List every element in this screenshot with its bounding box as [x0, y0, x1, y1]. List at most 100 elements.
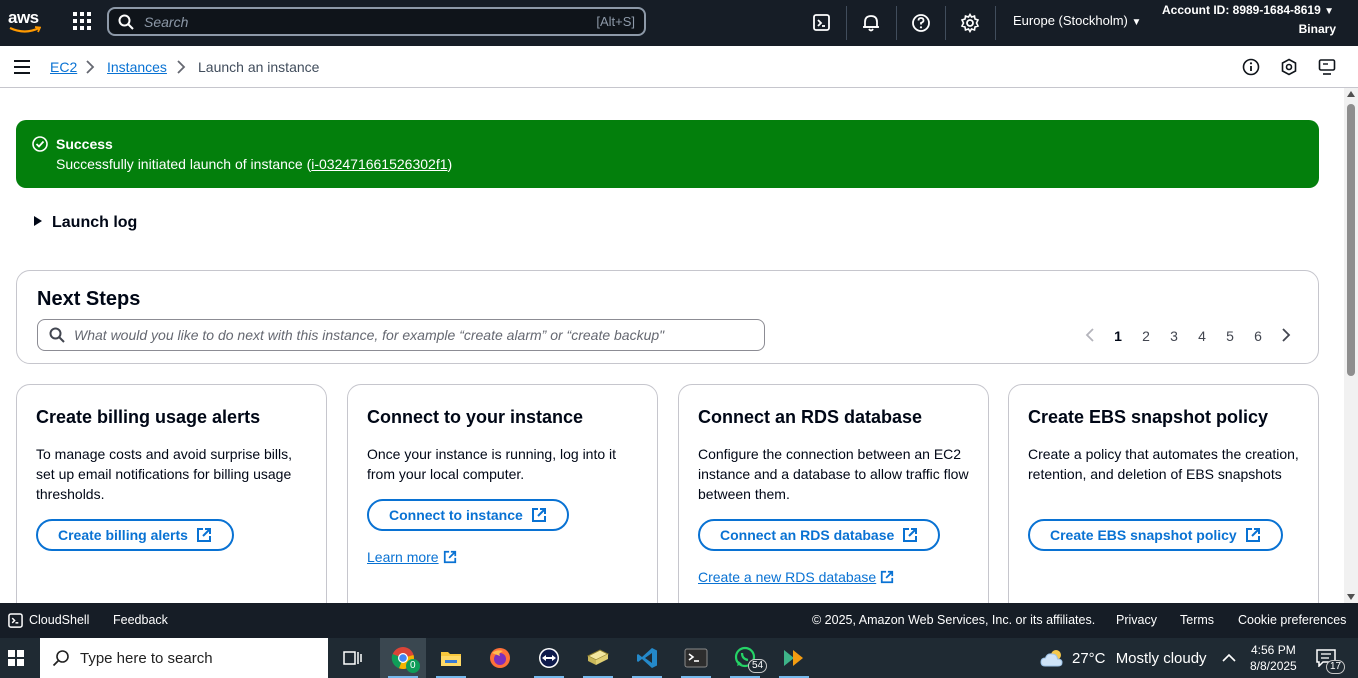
region-selector[interactable]: Europe (Stockholm) ▼	[1013, 13, 1141, 28]
pagination: 1 2 3 4 5 6	[1076, 326, 1300, 346]
account-menu[interactable]: Account ID: 8989-1684-8619 ▼	[1162, 3, 1334, 17]
chrome-taskbar-icon[interactable]: 0	[380, 638, 426, 678]
account-id: Account ID: 8989-1684-8619	[1162, 3, 1321, 17]
system-clock[interactable]: 4:56 PM 8/8/2025	[1250, 642, 1297, 674]
notepad-app-icon[interactable]	[575, 638, 621, 678]
external-link-icon	[531, 508, 546, 522]
button-label: Connect an RDS database	[720, 527, 895, 543]
privacy-link[interactable]: Privacy	[1116, 613, 1157, 627]
success-flash-banner: Success Successfully initiated launch of…	[16, 120, 1319, 188]
hamburger-menu-icon[interactable]	[14, 60, 30, 74]
caret-down-icon: ▼	[1324, 6, 1334, 17]
scroll-down-arrow-icon[interactable]	[1347, 594, 1355, 600]
whatsapp-icon[interactable]: 54	[722, 638, 768, 678]
card-description: To manage costs and avoid surprise bills…	[36, 446, 293, 502]
connect-to-instance-button[interactable]: Connect to instance	[367, 499, 569, 531]
next-steps-search-input[interactable]: What would you like to do next with this…	[37, 319, 765, 351]
cookie-preferences-link[interactable]: Cookie preferences	[1238, 613, 1346, 627]
feedback-link[interactable]: Feedback	[113, 613, 168, 627]
external-link-icon	[881, 570, 894, 584]
teamviewer-icon[interactable]	[526, 638, 572, 678]
region-label: Europe (Stockholm)	[1013, 13, 1128, 28]
windows-taskbar: Type here to search 0 54 27°C Mostly clo…	[0, 638, 1358, 678]
connect-rds-database-button[interactable]: Connect an RDS database	[698, 519, 941, 551]
copyright-text: © 2025, Amazon Web Services, Inc. or its…	[812, 613, 1096, 627]
help-icon[interactable]	[911, 13, 931, 33]
pagination-page-2[interactable]: 2	[1132, 328, 1160, 344]
settings-gear-icon[interactable]	[960, 13, 980, 33]
aws-logo[interactable]: aws	[8, 9, 42, 37]
external-link-icon	[1245, 528, 1260, 542]
notification-count-badge: 17	[1326, 660, 1346, 674]
vscode-icon[interactable]	[624, 638, 670, 678]
display-settings-icon[interactable]	[1318, 58, 1336, 76]
cloudshell-link[interactable]: CloudShell	[29, 613, 89, 627]
flash-message-prefix: Successfully initiated launch of instanc…	[56, 156, 312, 172]
pagination-page-1[interactable]: 1	[1104, 328, 1132, 344]
clock-date: 8/8/2025	[1250, 659, 1297, 673]
account-role: Binary	[1298, 22, 1336, 36]
external-link-icon	[196, 528, 211, 542]
pagination-prev-icon[interactable]	[1076, 327, 1104, 345]
cloud-weather-icon	[1040, 650, 1063, 667]
temperature: 27°C	[1072, 650, 1106, 667]
terms-link[interactable]: Terms	[1180, 613, 1214, 627]
create-billing-alerts-button[interactable]: Create billing alerts	[36, 519, 234, 551]
firefox-icon[interactable]	[477, 638, 523, 678]
scroll-up-arrow-icon[interactable]	[1347, 91, 1355, 97]
breadcrumb-current: Launch an instance	[198, 59, 320, 75]
scrollbar-thumb[interactable]	[1347, 104, 1355, 376]
learn-more-link[interactable]: Learn more	[367, 549, 457, 565]
flash-message-suffix: )	[447, 156, 453, 172]
card-description: Once your instance is running, log into …	[367, 446, 617, 482]
media-app-icon[interactable]	[771, 638, 817, 678]
create-new-rds-database-link[interactable]: Create a new RDS database	[698, 569, 894, 585]
taskbar-search-placeholder: Type here to search	[80, 650, 213, 667]
search-input[interactable]: Search [Alt+S]	[107, 7, 646, 36]
chevron-up-icon[interactable]	[1222, 653, 1236, 663]
chevron-right-icon	[86, 60, 95, 74]
launch-log-expander[interactable]: Launch log	[34, 214, 137, 232]
windows-start-icon[interactable]	[8, 650, 24, 666]
info-icon[interactable]	[1242, 58, 1260, 76]
security-hexagon-icon[interactable]	[1280, 58, 1298, 76]
notifications-bell-icon[interactable]	[861, 13, 881, 33]
link-label: Learn more	[367, 549, 439, 565]
chevron-right-icon	[177, 60, 186, 74]
services-menu-icon[interactable]	[72, 11, 92, 31]
weather-widget[interactable]: 27°C Mostly cloudy	[1040, 648, 1207, 668]
cloudshell-icon	[8, 613, 23, 628]
breadcrumb-instances-link[interactable]: Instances	[107, 59, 167, 75]
create-ebs-snapshot-policy-button[interactable]: Create EBS snapshot policy	[1028, 519, 1283, 551]
search-icon	[118, 14, 134, 30]
pagination-page-4[interactable]: 4	[1188, 328, 1216, 344]
breadcrumb-instances[interactable]: Instances	[107, 59, 167, 75]
external-link-icon	[903, 528, 918, 542]
cloudshell-icon[interactable]	[812, 13, 832, 33]
aws-smile-icon	[9, 26, 41, 33]
console-footer: CloudShell Feedback © 2025, Amazon Web S…	[0, 603, 1358, 638]
button-label: Create EBS snapshot policy	[1050, 527, 1237, 543]
card-title: Connect an RDS database	[698, 407, 923, 427]
top-navigation: aws Search [Alt+S] Europe (Stockholm) ▼ …	[0, 0, 1358, 46]
pagination-page-6[interactable]: 6	[1244, 328, 1272, 344]
breadcrumb-ec2-link[interactable]: EC2	[50, 59, 77, 75]
clock-time: 4:56 PM	[1251, 643, 1296, 657]
terminal-icon[interactable]	[673, 638, 719, 678]
aws-logo-text: aws	[8, 8, 39, 27]
pagination-page-3[interactable]: 3	[1160, 328, 1188, 344]
instance-id-link[interactable]: i-032471661526302f1	[311, 156, 447, 172]
task-view-icon[interactable]	[330, 638, 376, 678]
pagination-page-5[interactable]: 5	[1216, 328, 1244, 344]
breadcrumb-ec2[interactable]: EC2	[50, 59, 77, 75]
next-steps-title: Next Steps	[37, 288, 141, 310]
pagination-next-icon[interactable]	[1272, 327, 1300, 345]
caret-right-icon	[34, 216, 42, 226]
flash-message: Successfully initiated launch of instanc…	[56, 156, 452, 172]
weather-condition: Mostly cloudy	[1115, 650, 1207, 667]
taskbar-search-input[interactable]: Type here to search	[40, 638, 328, 678]
page-scrollbar[interactable]	[1344, 88, 1358, 603]
card-title: Create EBS snapshot policy	[1028, 407, 1269, 427]
file-explorer-icon[interactable]	[428, 638, 474, 678]
card-connect-instance: Connect to your instance Once your insta…	[347, 384, 658, 624]
